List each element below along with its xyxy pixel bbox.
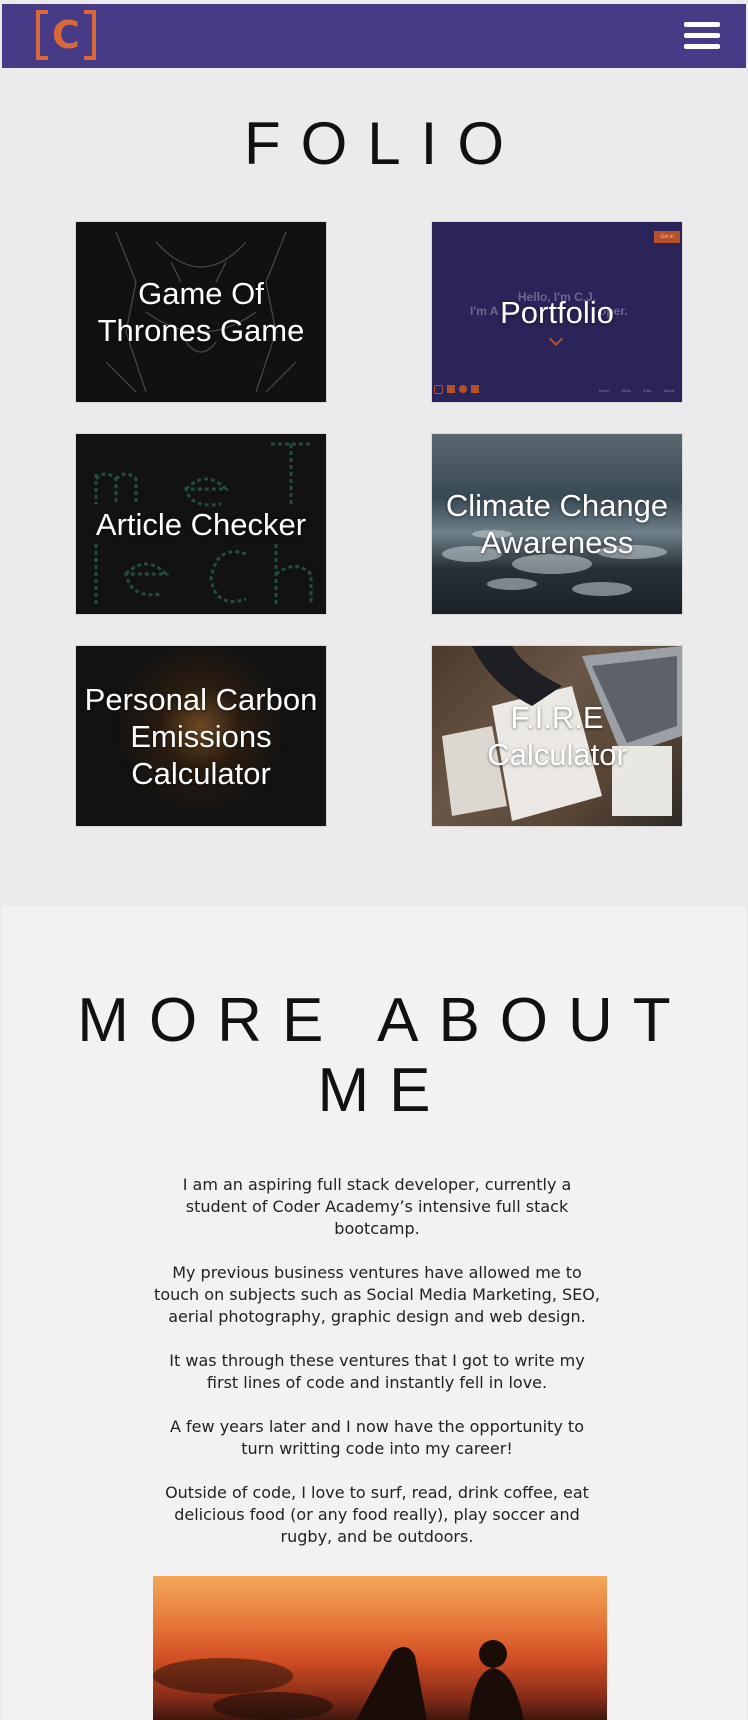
project-card-carbon-calculator[interactable]: Personal Carbon Emissions Calculator — [76, 646, 326, 826]
project-title: Climate Change Awareness — [445, 488, 669, 560]
about-section: MORE ABOUT ME I am an aspiring full stac… — [2, 906, 746, 1720]
about-paragraph: Outside of code, I love to surf, read, d… — [165, 1483, 589, 1546]
project-card-fire-calculator[interactable]: F.I.R.E Calculator — [432, 646, 682, 826]
project-title: Personal Carbon Emissions Calculator — [84, 681, 318, 791]
hamburger-menu-icon[interactable] — [684, 20, 720, 52]
project-card-game-of-thrones[interactable]: Game Of Thrones Game — [76, 222, 326, 402]
surfer-silhouette-art — [153, 1640, 524, 1720]
project-title: F.I.R.E Calculator — [487, 700, 627, 772]
about-paragraph: My previous business ventures have allow… — [154, 1263, 600, 1326]
hamburger-line — [684, 22, 720, 27]
project-title: Article Checker — [95, 506, 307, 542]
about-paragraph: A few years later and I now have the opp… — [170, 1417, 584, 1458]
hamburger-line — [684, 33, 720, 38]
project-title: Game Of Thrones Game — [97, 276, 305, 348]
surfer-sunset-photo — [153, 1576, 607, 1720]
project-card-article-checker[interactable]: Article Checker — [76, 434, 326, 614]
top-navbar: C — [2, 4, 746, 68]
about-paragraph: It was through these ventures that I got… — [169, 1351, 585, 1392]
hamburger-line — [684, 44, 720, 49]
page: C FOLIO Game Of Thrones Game Get in Hell… — [0, 0, 748, 1720]
project-card-portfolio[interactable]: Get in Hello, I'm C.J. I'm A oper. Home … — [432, 222, 682, 402]
about-bio: I am an aspiring full stack developer, c… — [152, 1174, 602, 1570]
about-title: MORE ABOUT ME — [77, 986, 691, 1125]
about-paragraph: I am an aspiring full stack developer, c… — [182, 1175, 572, 1238]
folio-title: FOLIO — [243, 110, 525, 177]
folio-section: FOLIO Game Of Thrones Game Get in Hello,… — [2, 68, 746, 906]
project-title: Portfolio — [500, 294, 614, 330]
logo-right-bracket — [84, 10, 96, 60]
project-card-climate-change[interactable]: Climate Change Awareness — [432, 434, 682, 614]
site-logo[interactable]: C — [36, 10, 96, 64]
